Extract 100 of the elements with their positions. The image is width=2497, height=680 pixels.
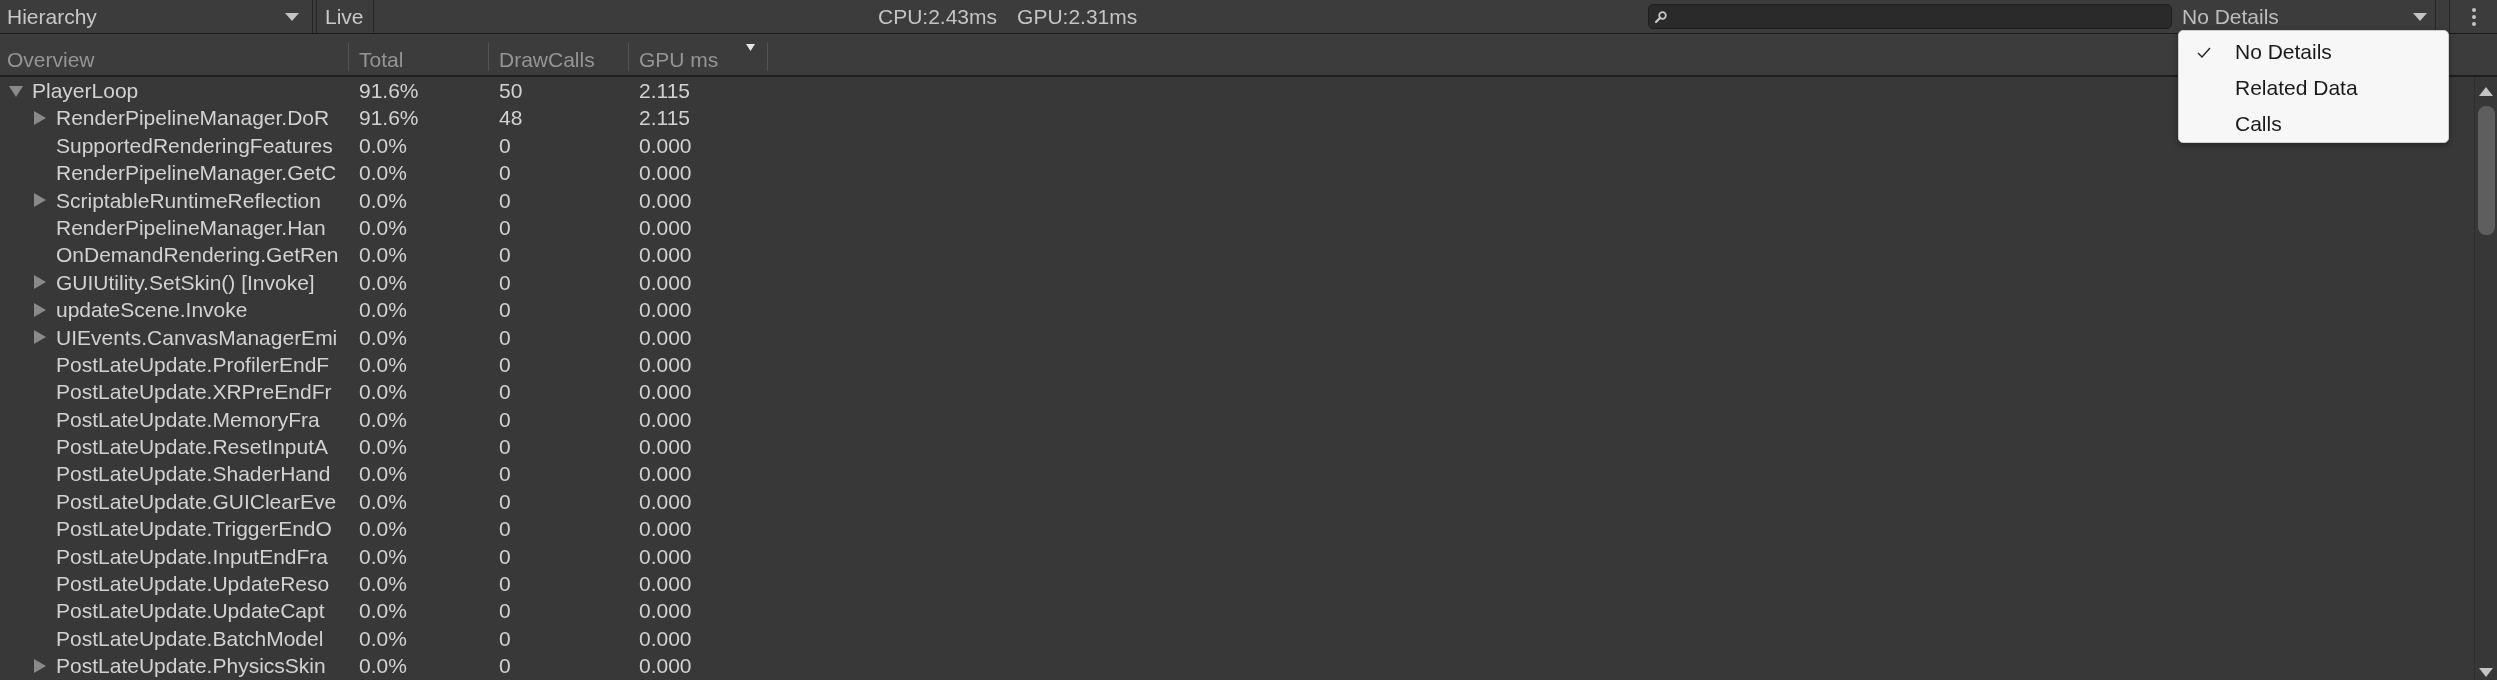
table-cell-text: 0.0% — [358, 324, 408, 351]
table-cell-text: 0.0% — [358, 351, 408, 378]
table-cell-text: 0 — [498, 242, 512, 269]
tree-item[interactable]: RenderPipelineManager.GetC — [0, 159, 349, 187]
scrollbar-track[interactable] — [2474, 77, 2497, 680]
table-cell-text: 0.0% — [358, 625, 408, 652]
table-cell-text: 0.000 — [638, 434, 693, 461]
table-cell-text: 0 — [498, 132, 512, 159]
table-cell-text: 0.000 — [638, 297, 693, 324]
table-cell-text: 91.6% — [358, 78, 420, 104]
tree-item[interactable]: ScriptableRuntimeReflection — [0, 186, 349, 214]
table-cell-text: 0.0% — [358, 297, 408, 324]
caret-right-icon[interactable] — [34, 302, 46, 317]
table-cell-text: 2.115 — [638, 105, 691, 132]
sort-arrow-icon[interactable] — [746, 44, 755, 51]
table-cell-text: 0.000 — [638, 214, 693, 241]
caret-down-icon[interactable] — [9, 84, 23, 97]
search-icon — [1655, 10, 1667, 23]
menu-item[interactable]: Related Data — [2179, 70, 2448, 106]
caret-down-icon[interactable] — [2413, 12, 2427, 21]
vertical-ellipsis-icon — [2471, 7, 2476, 26]
table-cell-text: 0.000 — [638, 379, 693, 406]
table-cell-text: 0.0% — [358, 214, 408, 241]
table-cell-text: 0.000 — [638, 324, 693, 351]
tree-item[interactable]: PostLateUpdate.GUIClearEve — [0, 487, 349, 516]
column-header[interactable]: DrawCalls — [489, 43, 629, 71]
table-cell-text: 0 — [498, 351, 512, 378]
table-cell-text: 0.0% — [358, 653, 408, 680]
tree-item[interactable]: UIEvents.CanvasManagerEmi — [0, 323, 349, 351]
table-cell-text: 0.000 — [638, 242, 693, 269]
tree-item[interactable]: PostLateUpdate.PhysicsSkin — [0, 652, 349, 680]
table-cell-text: 0.000 — [638, 132, 693, 159]
tree-item[interactable]: RenderPipelineManager.DoR — [0, 104, 349, 132]
tree-item[interactable]: SupportedRenderingFeatures — [0, 131, 349, 160]
table-cell-text: 0 — [498, 269, 512, 296]
caret-right-icon[interactable] — [34, 193, 46, 208]
table-cell-text: 0.0% — [358, 406, 408, 433]
tree-item[interactable]: PostLateUpdate.MemoryFra — [0, 405, 349, 434]
live-button[interactable]: Live — [316, 0, 374, 33]
column-header[interactable]: Total — [349, 43, 489, 71]
column-header[interactable]: Overview — [0, 43, 349, 71]
table-cell-text: 0 — [498, 488, 512, 515]
tree-item[interactable]: RenderPipelineManager.Han — [0, 213, 349, 242]
search-field[interactable] — [1648, 4, 2172, 29]
table-cell-text: 91.6% — [358, 105, 420, 132]
table-cell-text: 0.000 — [638, 488, 693, 515]
menu-item[interactable]: No Details — [2179, 34, 2448, 70]
gpu-time-label: GPU:2.31ms — [1017, 3, 1138, 30]
tree-item[interactable]: PostLateUpdate.ResetInputA — [0, 433, 349, 461]
tree-item[interactable]: updateScene.Invoke — [0, 296, 349, 324]
table-cell-text: 0 — [498, 214, 512, 241]
table-cell-text: 0 — [498, 434, 512, 461]
tree-item[interactable]: PlayerLoop — [0, 77, 349, 105]
menu-item[interactable]: Calls — [2179, 106, 2448, 142]
table-cell-text: 0.000 — [638, 351, 693, 378]
tree-item[interactable]: PostLateUpdate.UpdateCapt — [0, 597, 349, 625]
table-cell-text: 0 — [498, 461, 512, 488]
table-cell-text: 0.000 — [638, 269, 693, 296]
table-cell-text: 0.000 — [638, 160, 693, 187]
caret-right-icon[interactable] — [34, 111, 46, 126]
column-header[interactable]: GPU ms — [629, 43, 768, 71]
tree-item[interactable]: PostLateUpdate.XRPreEndFr — [0, 378, 349, 406]
table-cell-text: 0.0% — [358, 543, 408, 570]
table-cell-text: 2.115 — [638, 78, 691, 104]
tree-item[interactable]: PostLateUpdate.TriggerEndO — [0, 515, 349, 543]
table-cell-text: 0 — [498, 543, 512, 570]
scroll-down-icon[interactable] — [2479, 668, 2493, 677]
table-cell-text: 0.0% — [358, 242, 408, 269]
table-cell-text: 0.000 — [638, 625, 693, 652]
tree-item[interactable]: GUIUtility.SetSkin() [Invoke] — [0, 268, 349, 297]
caret-right-icon[interactable] — [34, 658, 46, 673]
tree-item[interactable]: OnDemandRendering.GetRen — [0, 241, 349, 269]
table-cell-text: 50 — [498, 78, 524, 104]
tree-item[interactable]: PostLateUpdate.ShaderHand — [0, 460, 349, 488]
table-cell-text: 0.000 — [638, 543, 693, 570]
table-cell-text: 0 — [498, 187, 512, 214]
table-cell-text: 0 — [498, 571, 512, 598]
scrollbar-thumb[interactable] — [2477, 106, 2495, 235]
tree-item[interactable]: PostLateUpdate.InputEndFra — [0, 542, 349, 571]
table-cell-text: 0.000 — [638, 516, 693, 543]
caret-right-icon[interactable] — [34, 275, 46, 290]
table-cell-text: 48 — [498, 105, 524, 132]
table-cell-text: 0 — [498, 653, 512, 680]
tree-item[interactable]: PostLateUpdate.ProfilerEndF — [0, 350, 349, 379]
table-cell-text: 0.0% — [358, 379, 408, 406]
tree-item[interactable]: PostLateUpdate.UpdateReso — [0, 570, 349, 598]
tree-item[interactable]: PostLateUpdate.BatchModel — [0, 624, 349, 653]
scroll-up-icon[interactable] — [2479, 87, 2493, 96]
table-cell-text: 0.0% — [358, 488, 408, 515]
table-cell-text: 0 — [498, 516, 512, 543]
table-cell-text: 0 — [498, 625, 512, 652]
cpu-time-label: CPU:2.43ms — [878, 3, 998, 30]
table-cell-text: 0.000 — [638, 461, 693, 488]
table-cell-text: 0.0% — [358, 269, 408, 296]
table-cell-text: 0.000 — [638, 653, 693, 680]
caret-right-icon[interactable] — [34, 330, 46, 345]
table-cell-text: 0.0% — [358, 598, 408, 625]
table-cell-text: 0 — [498, 160, 512, 187]
table-cell-text: 0.0% — [358, 132, 408, 159]
caret-down-icon[interactable] — [285, 12, 299, 21]
